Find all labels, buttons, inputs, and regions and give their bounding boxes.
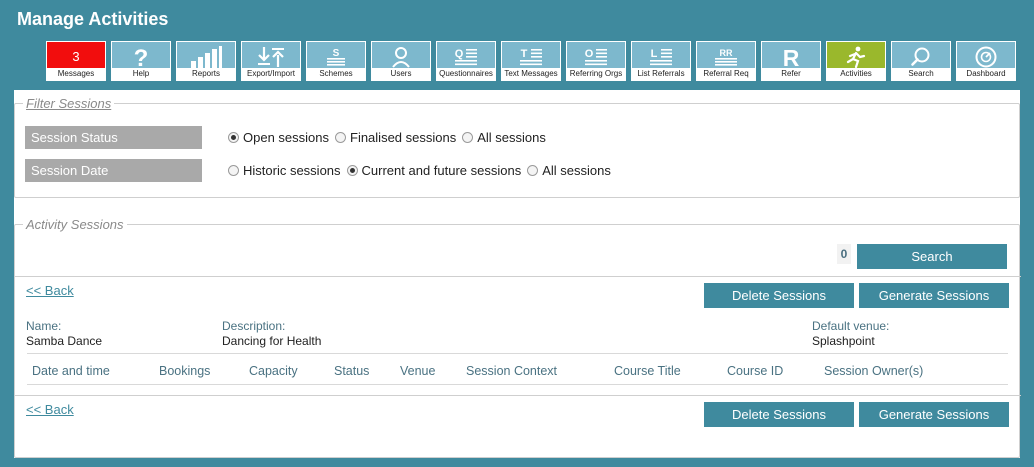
col-session-owners[interactable]: Session Owner(s) <box>824 364 923 378</box>
back-link-top[interactable]: << Back <box>26 283 74 298</box>
generate-sessions-button-top[interactable]: Generate Sessions <box>859 283 1009 308</box>
toolbar-users[interactable]: Users <box>371 41 431 81</box>
divider-bottom <box>15 395 1021 396</box>
divider <box>15 276 1021 277</box>
list-referrals-icon: L <box>632 44 690 69</box>
session-date-row: Session Date Historic sessions Current a… <box>25 159 613 182</box>
default-venue: Splashpoint <box>812 334 875 348</box>
table-divider <box>27 384 1008 385</box>
toolbar-export-import[interactable]: Export/Import <box>241 41 301 81</box>
filter-sessions-legend: Filter Sessions <box>23 96 115 111</box>
toolbar-dashboard[interactable]: Dashboard <box>956 41 1016 81</box>
radio-finalised-sessions[interactable] <box>335 132 346 143</box>
session-status-row: Session Status Open sessions Finalised s… <box>25 126 548 149</box>
radio-all-sessions-date[interactable] <box>527 165 539 176</box>
info-divider <box>27 353 1008 354</box>
svg-text:?: ? <box>134 45 149 69</box>
toolbar-referring-orgs[interactable]: O Referring Orgs <box>566 41 626 81</box>
col-date-time[interactable]: Date and time <box>32 364 110 378</box>
referral-req-icon: RR <box>697 44 755 69</box>
running-man-icon <box>827 44 885 69</box>
toolbar-help[interactable]: ? Help <box>111 41 171 81</box>
user-icon <box>372 44 430 69</box>
toolbar-referral-req[interactable]: RR Referral Req <box>696 41 756 81</box>
toolbar-reports[interactable]: Reports <box>176 41 236 81</box>
col-session-context[interactable]: Session Context <box>466 364 557 378</box>
col-course-title[interactable]: Course Title <box>614 364 681 378</box>
radio-open-sessions[interactable] <box>228 132 239 143</box>
session-status-label: Session Status <box>25 126 202 149</box>
radio-all-sessions-status[interactable] <box>462 132 474 143</box>
col-bookings[interactable]: Bookings <box>159 364 210 378</box>
toolbar-search[interactable]: Search <box>891 41 951 81</box>
delete-sessions-button-top[interactable]: Delete Sessions <box>704 283 854 308</box>
svg-text:S: S <box>333 48 340 59</box>
activity-name: Samba Dance <box>26 334 103 348</box>
activity-description: Dancing for Health <box>222 334 322 348</box>
svg-text:T: T <box>521 48 528 60</box>
activity-sessions-legend: Activity Sessions <box>23 217 127 232</box>
col-capacity[interactable]: Capacity <box>249 364 298 378</box>
gauge-icon <box>957 44 1015 69</box>
refer-icon: R <box>762 44 820 69</box>
back-link-bottom[interactable]: << Back <box>26 402 74 417</box>
svg-text:RR: RR <box>720 48 733 58</box>
name-label: Name: <box>26 319 62 333</box>
default-venue-label: Default venue: <box>812 319 890 333</box>
magnifier-icon <box>892 44 950 69</box>
toolbar: 3 Messages ? Help Reports Export/Import … <box>46 41 1016 81</box>
search-button[interactable]: Search <box>857 244 1007 269</box>
session-count: 0 <box>837 244 851 264</box>
questionnaire-icon: Q <box>437 44 495 69</box>
generate-sessions-button-bottom[interactable]: Generate Sessions <box>859 402 1009 427</box>
toolbar-questionnaires[interactable]: Q Questionnaires <box>436 41 496 81</box>
toolbar-list-referrals[interactable]: L List Referrals <box>631 41 691 81</box>
question-icon: ? <box>112 44 170 69</box>
toolbar-activities[interactable]: Activities <box>826 41 886 81</box>
export-import-icon <box>242 44 300 69</box>
svg-text:Q: Q <box>455 48 464 60</box>
radio-historic-sessions[interactable] <box>228 165 239 176</box>
svg-text:R: R <box>783 45 800 69</box>
filter-sessions-fieldset: Filter Sessions Session Status Open sess… <box>14 96 1020 198</box>
messages-count-badge: 3 <box>72 49 80 64</box>
toolbar-refer[interactable]: R Refer <box>761 41 821 81</box>
col-venue[interactable]: Venue <box>400 364 435 378</box>
description-label: Description: <box>222 319 286 333</box>
toolbar-schemes[interactable]: S Schemes <box>306 41 366 81</box>
toolbar-messages[interactable]: 3 Messages <box>46 41 106 81</box>
text-message-icon: T <box>502 44 560 69</box>
radio-current-future-sessions[interactable] <box>346 165 358 176</box>
svg-text:L: L <box>651 48 658 60</box>
activity-sessions-fieldset: Activity Sessions 0 Search << Back Delet… <box>14 217 1021 458</box>
main-panel: Filter Sessions Session Status Open sess… <box>14 90 1021 458</box>
page-title: Manage Activities <box>17 9 169 29</box>
col-status[interactable]: Status <box>334 364 369 378</box>
session-date-label: Session Date <box>25 159 202 182</box>
bar-chart-icon <box>177 44 235 69</box>
referring-orgs-icon: O <box>567 44 625 69</box>
delete-sessions-button-bottom[interactable]: Delete Sessions <box>704 402 854 427</box>
col-course-id[interactable]: Course ID <box>727 364 783 378</box>
schemes-icon: S <box>307 44 365 69</box>
svg-text:O: O <box>585 48 594 60</box>
toolbar-text-messages[interactable]: T Text Messages <box>501 41 561 81</box>
